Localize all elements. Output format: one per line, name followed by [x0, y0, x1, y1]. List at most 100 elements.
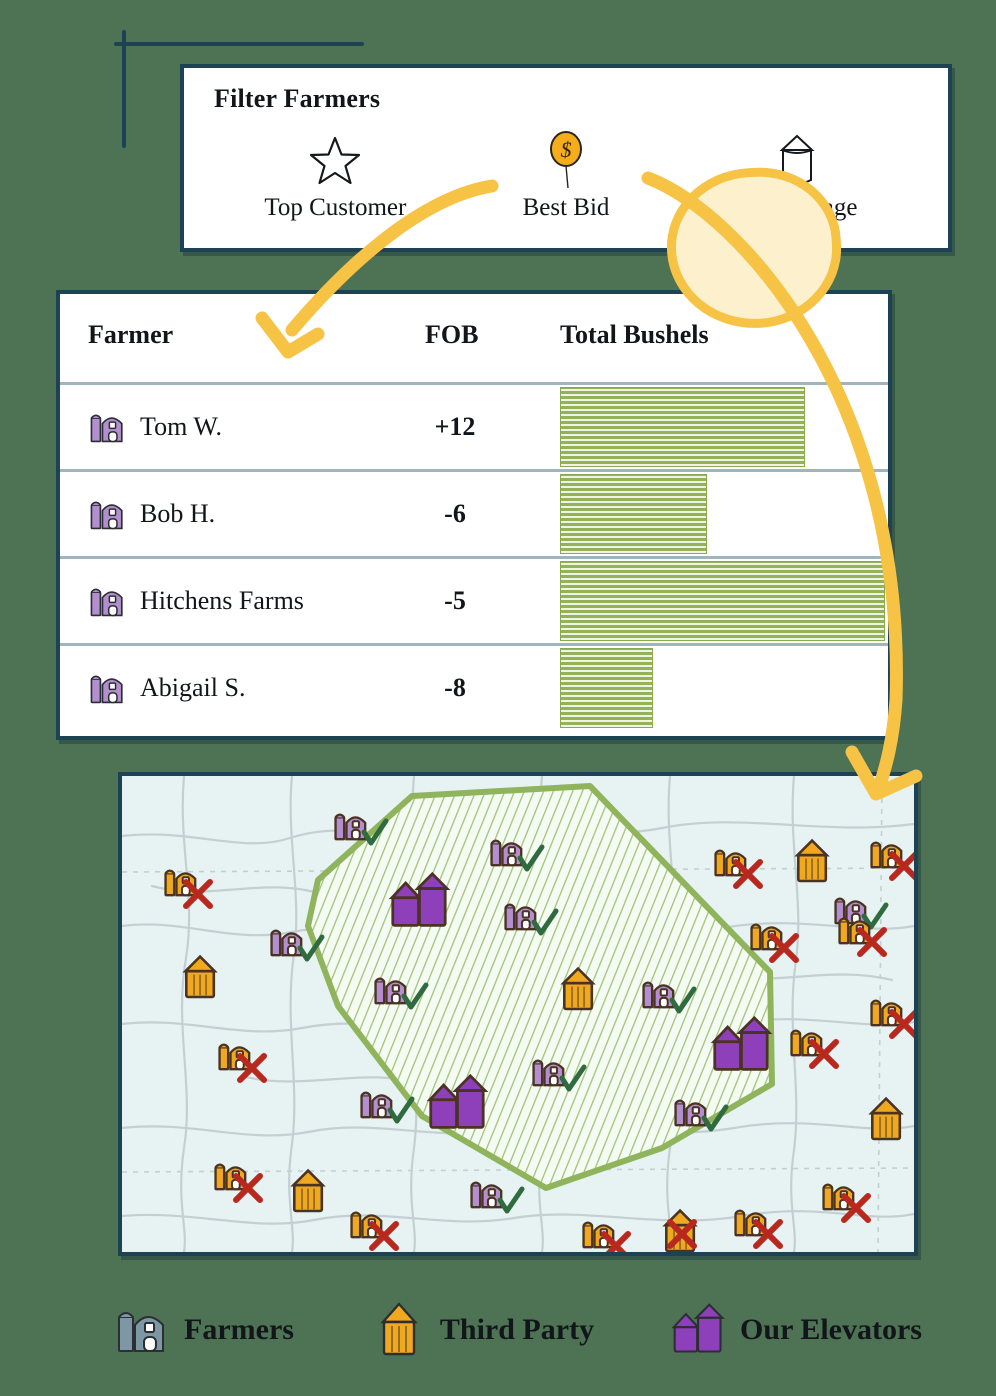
svg-text:$: $ — [561, 137, 572, 162]
barn-door — [690, 1114, 701, 1127]
fob-value: +12 — [434, 412, 476, 441]
silo-part — [642, 984, 654, 1009]
barn-door — [486, 1196, 497, 1209]
silo-cap — [164, 869, 176, 875]
table-header-row: Farmer FOB Total Bushels — [60, 294, 888, 382]
farmer-name: Abigail S. — [140, 673, 246, 702]
filter-option-best-bid[interactable]: $ Best Bid — [451, 130, 682, 226]
silo-cap — [360, 1091, 372, 1097]
total-bushels-bar — [560, 387, 805, 467]
silo-part — [164, 872, 176, 897]
barn-window — [351, 820, 360, 829]
farmers-table-panel: Farmer FOB Total Bushels Tom W. +12 Bob H.… — [56, 290, 892, 740]
farm-icon — [504, 903, 537, 931]
silo-cap — [470, 1181, 482, 1187]
elevator-body-left — [429, 1098, 458, 1129]
silo-part — [490, 842, 502, 867]
column-header-farmer: Farmer — [88, 320, 174, 349]
barn-door — [350, 828, 361, 841]
silo-part — [350, 1214, 362, 1239]
barn-window — [487, 1188, 496, 1197]
silo-part — [714, 852, 726, 877]
filter-farmers-panel: Filter Farmers Top Customer $ Best Bid H… — [180, 64, 952, 333]
silo-part — [674, 1102, 686, 1127]
total-bushels-bar-cell — [560, 472, 888, 556]
silo-part — [218, 1046, 230, 1071]
silo-cap — [582, 1221, 594, 1227]
silo-outline-icon — [681, 130, 912, 192]
barn-window — [391, 984, 400, 993]
silo-part — [790, 1032, 802, 1057]
silo-cap — [350, 1211, 362, 1217]
silo-cap — [642, 981, 654, 987]
barn-window — [659, 988, 668, 997]
silo-cap — [532, 1059, 544, 1065]
total-bushels-bar-cell — [560, 385, 888, 469]
filter-option-label: Top Customer — [264, 194, 407, 221]
silo-part — [270, 932, 282, 957]
silo-part — [504, 906, 516, 931]
map-canvas[interactable] — [122, 776, 914, 1252]
legend-label: Third Party — [439, 1313, 595, 1346]
total-bushels-bar — [560, 648, 653, 728]
farmers-table-body: Tom W. +12 Bob H. -6 Hitchens Farms -5 Abigail… — [60, 382, 888, 736]
silo-part — [750, 926, 762, 951]
filter-panel-title: Filter Farmers — [214, 84, 381, 113]
silo-part — [470, 1184, 482, 1209]
column-header-fob: FOB — [425, 320, 479, 349]
page-root: Filter Farmers Top Customer $ Best Bid H… — [0, 0, 996, 1396]
barn-window — [691, 1106, 700, 1115]
barn-door — [520, 918, 531, 931]
barn-door — [658, 996, 669, 1009]
silo-part — [374, 980, 386, 1005]
corner-vertical-line — [122, 30, 126, 148]
silo-cap — [270, 929, 282, 935]
farmer-name: Bob H. — [140, 499, 216, 528]
filter-option-has-storage[interactable]: Has Storage — [681, 130, 912, 226]
barn-window — [377, 1098, 386, 1107]
barn-door — [390, 992, 401, 1005]
legend-label: Farmers — [184, 1313, 294, 1346]
map-legend: Farmers Third Party Our Elevators — [100, 1288, 936, 1372]
farm-icon — [270, 929, 303, 957]
filter-option-top-customer[interactable]: Top Customer — [220, 130, 451, 226]
barn-door — [506, 854, 517, 867]
silo-part — [360, 1094, 372, 1119]
barn-window — [521, 910, 530, 919]
column-header-total-bushels: Total Bushels — [560, 320, 709, 349]
territory-map-panel[interactable] — [118, 772, 918, 1256]
elevator-body-right — [456, 1089, 485, 1129]
silo-part — [334, 816, 346, 841]
fob-value: -8 — [444, 673, 466, 702]
farm-icon — [532, 1059, 565, 1087]
silo-cap — [214, 1163, 226, 1169]
silo-part — [582, 1224, 594, 1249]
farm-icon — [374, 977, 407, 1005]
filter-options-row: Top Customer $ Best Bid Has Storage — [184, 130, 948, 226]
table-row[interactable]: Hitchens Farms -5 — [60, 556, 888, 643]
elevator-body-right — [418, 887, 447, 927]
total-bushels-bar-cell — [560, 646, 888, 730]
farm-icon — [470, 1181, 503, 1209]
barn-door — [548, 1074, 559, 1087]
total-bushels-bar — [560, 474, 707, 554]
farm-icon — [674, 1099, 707, 1127]
table-row[interactable]: Abigail S. -8 — [60, 643, 888, 730]
table-row[interactable]: Bob H. -6 — [60, 469, 888, 556]
farm-icon — [88, 407, 128, 447]
elevator-body-left — [713, 1040, 742, 1071]
farm-icon — [642, 981, 675, 1009]
silo-cap — [790, 1029, 802, 1035]
farm-icon — [88, 581, 128, 621]
star-icon — [220, 130, 451, 192]
silo-cap — [504, 903, 516, 909]
table-row[interactable]: Tom W. +12 — [60, 382, 888, 469]
silo-cap — [674, 1099, 686, 1105]
farm-icon — [490, 839, 523, 867]
silo-part — [214, 1166, 226, 1191]
silo-cap — [714, 849, 726, 855]
legend-item-farmers: Farmers — [114, 1300, 294, 1360]
barn-window — [851, 904, 860, 913]
total-bushels-bar-cell — [560, 559, 888, 643]
filter-option-label: Has Storage — [735, 194, 858, 221]
